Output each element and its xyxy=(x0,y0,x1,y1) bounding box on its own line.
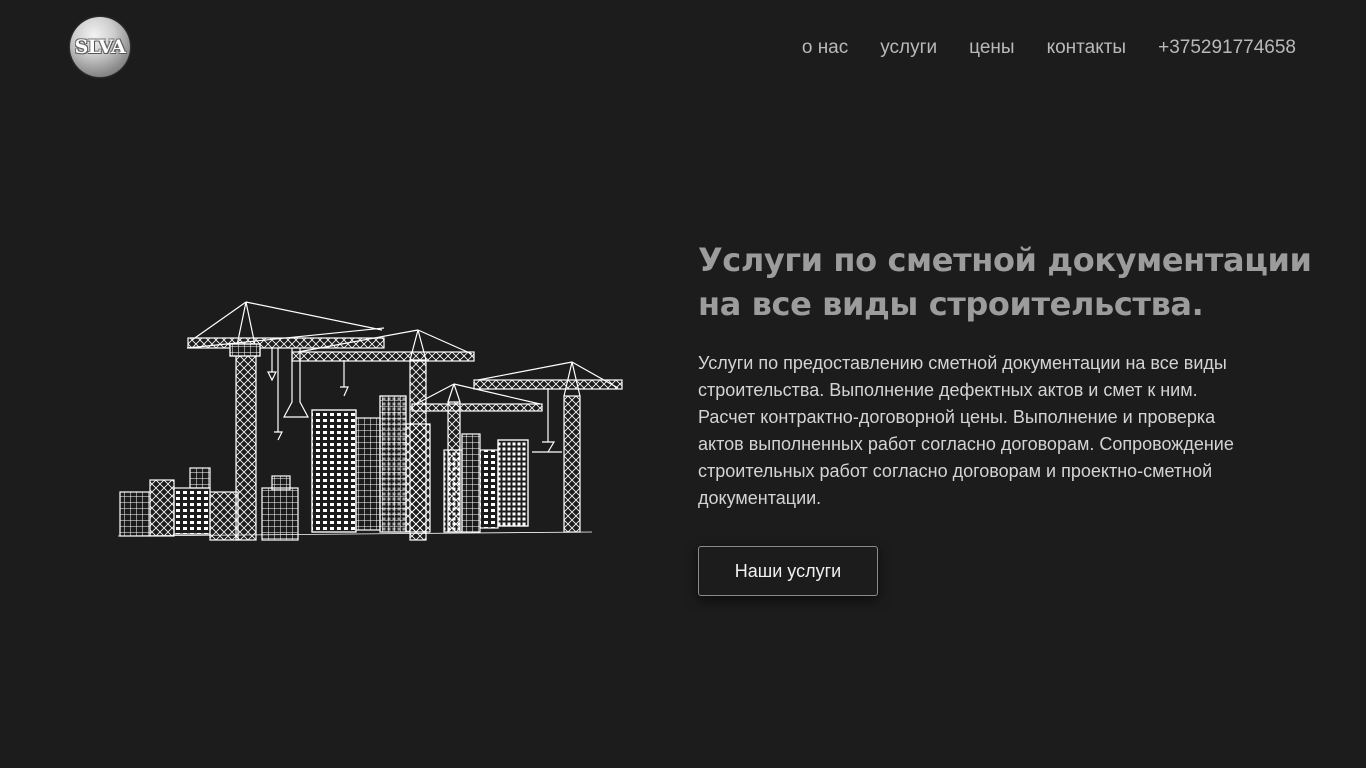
nav-link-about[interactable]: о нас xyxy=(802,36,848,60)
hero-description: Услуги по предоставлению сметной докумен… xyxy=(698,350,1308,512)
construction-cranes-illustration xyxy=(117,301,623,541)
hero-description-line: актов выполненных работ согласно договор… xyxy=(698,434,1234,454)
our-services-button[interactable]: Наши услуги xyxy=(698,546,878,596)
logo-text: SLVA xyxy=(74,36,126,58)
main-nav: о нас услуги цены контакты +375291774658 xyxy=(802,36,1296,60)
hero-description-line: строительных работ согласно договорам и … xyxy=(698,461,1213,481)
hero-description-line: Услуги по предоставлению сметной докумен… xyxy=(698,353,1227,373)
nav-link-contacts[interactable]: контакты xyxy=(1047,36,1127,60)
hero-description-line: строительства. Выполнение дефектных акто… xyxy=(698,380,1198,400)
nav-link-services[interactable]: услуги xyxy=(880,36,937,60)
landing-page: SLVA о нас услуги цены контакты +3752917… xyxy=(0,0,1366,768)
hero-description-line: документации. xyxy=(698,488,822,508)
hero-title-line: на все виды строительства. xyxy=(698,285,1204,323)
hero-title-line: Услуги по сметной документации xyxy=(698,241,1312,279)
nav-link-prices[interactable]: цены xyxy=(969,36,1014,60)
logo[interactable]: SLVA xyxy=(70,17,130,77)
nav-link-phone[interactable]: +375291774658 xyxy=(1158,36,1296,60)
hero-description-line: Расчет контрактно-договорной цены. Выпол… xyxy=(698,407,1216,427)
hero-title: Услуги по сметной документации на все ви… xyxy=(698,238,1318,326)
